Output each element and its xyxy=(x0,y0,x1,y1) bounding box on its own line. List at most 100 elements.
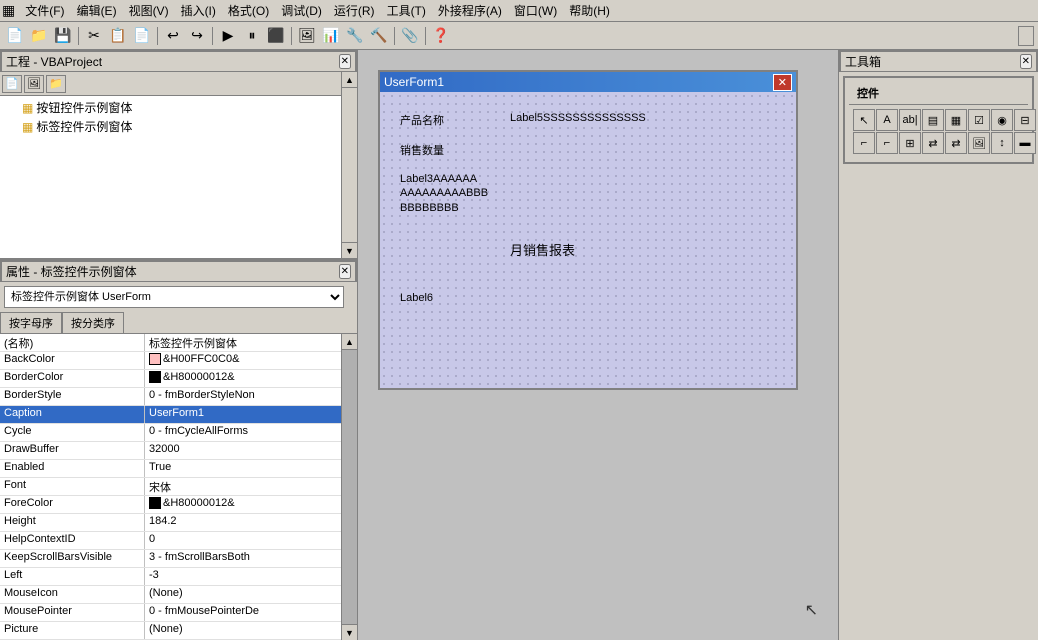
tb-object[interactable]: 🔨 xyxy=(368,25,390,47)
toolbar-sep-2 xyxy=(157,27,158,45)
toolbox-tool-commandbutton[interactable]: ⊞ xyxy=(899,132,921,154)
tb-paste[interactable]: 📄 xyxy=(131,25,153,47)
tab-categorical[interactable]: 按分类序 xyxy=(62,312,124,333)
tb-stop[interactable]: ⬛ xyxy=(265,25,287,47)
tb-redo[interactable]: ↪ xyxy=(186,25,208,47)
project-scrollbar[interactable]: ▲ ▼ xyxy=(341,72,357,258)
props-row-forecolor[interactable]: ForeColor&H80000012& xyxy=(0,496,341,514)
toolbox-tool-frame1[interactable]: ⌐ xyxy=(853,132,875,154)
tree-label-buttons: 按钮控件示例窗体 xyxy=(36,99,132,116)
ptb-view-code[interactable]: 📄 xyxy=(2,75,22,93)
tree-item-labels[interactable]: ▦ 标签控件示例窗体 xyxy=(2,117,339,136)
toolbox-tool-radiobutton[interactable]: ◉ xyxy=(991,109,1013,131)
tb-design[interactable]: 🖼 xyxy=(296,25,318,47)
props-row-height[interactable]: Height184.2 xyxy=(0,514,341,532)
project-panel-title: 工程 - VBAProject xyxy=(6,53,102,70)
props-row-bordercolor[interactable]: BorderColor&H80000012& xyxy=(0,370,341,388)
userform-close-button[interactable]: ✕ xyxy=(773,74,792,91)
toolbox-tool-listbox[interactable]: ▦ xyxy=(945,109,967,131)
props-cell-name-10: Height xyxy=(0,514,145,531)
tb-copy[interactable]: 📋 xyxy=(107,25,129,47)
toolbox-tool-pointer[interactable]: ↖ xyxy=(853,109,875,131)
props-object-dropdown[interactable]: 标签控件示例窗体 UserForm xyxy=(4,286,344,308)
props-scroll-up[interactable]: ▲ xyxy=(342,334,357,350)
props-panel-close[interactable]: ✕ xyxy=(339,264,351,279)
userform-titlebar: UserForm1 ✕ xyxy=(380,72,796,92)
props-row-backcolor[interactable]: BackColor&H00FFC0C0& xyxy=(0,352,341,370)
toolbox-tool-multipage[interactable]: ⇄ xyxy=(945,132,967,154)
form-label3[interactable]: Label3AAAAAAAAAAAAAAABBBBBBBBBBB xyxy=(400,172,488,215)
toolbar-sep-3 xyxy=(212,27,213,45)
toolbox-tool-label[interactable]: A xyxy=(876,109,898,131)
props-row-drawbuffer[interactable]: DrawBuffer32000 xyxy=(0,442,341,460)
form-label5[interactable]: Label5SSSSSSSSSSSSSS xyxy=(510,112,646,124)
toolbox-close[interactable]: ✕ xyxy=(1020,54,1032,69)
project-panel-titlebar: 工程 - VBAProject ✕ xyxy=(0,50,357,72)
tb-save[interactable]: 💾 xyxy=(52,25,74,47)
menu-format[interactable]: 格式(O) xyxy=(222,0,275,21)
tb-cut[interactable]: ✂ xyxy=(83,25,105,47)
toolbox-tool-combobox[interactable]: ▤ xyxy=(922,109,944,131)
tree-item-buttons[interactable]: ▦ 按钮控件示例窗体 xyxy=(2,98,339,117)
toolbox-tool-spinbutton[interactable]: ▬ xyxy=(1014,132,1036,154)
toolbox-tool-tabstrip[interactable]: ⇄ xyxy=(922,132,944,154)
props-row-cycle[interactable]: Cycle0 - fmCycleAllForms xyxy=(0,424,341,442)
userform-body[interactable]: 产品名称 Label5SSSSSSSSSSSSSS 销售数量 Label3AAA… xyxy=(380,92,796,388)
userform-window[interactable]: UserForm1 ✕ 产品名称 Label5SSSSSSSSSSSSSS 销售… xyxy=(378,70,798,390)
tb-props[interactable]: 🔧 xyxy=(344,25,366,47)
tb-new[interactable]: 📄 xyxy=(4,25,26,47)
props-row-borderstyle[interactable]: BorderStyle0 - fmBorderStyleNon xyxy=(0,388,341,406)
menu-help[interactable]: 帮助(H) xyxy=(563,0,616,21)
props-row-enabled[interactable]: EnabledTrue xyxy=(0,460,341,478)
tb-project[interactable]: 📊 xyxy=(320,25,342,47)
props-row-mousepointer[interactable]: MousePointer0 - fmMousePointerDe xyxy=(0,604,341,622)
toolbox-tool-togglebutton[interactable]: ⊟ xyxy=(1014,109,1036,131)
form-label-monthly[interactable]: 月销售报表 xyxy=(510,240,575,259)
props-cell-value-16: (None) xyxy=(145,622,341,639)
tb-undo[interactable]: ↩ xyxy=(162,25,184,47)
menu-window[interactable]: 窗口(W) xyxy=(508,0,563,21)
menu-run[interactable]: 运行(R) xyxy=(328,0,381,21)
toolbox-tool-textbox[interactable]: ab| xyxy=(899,109,921,131)
toolbar-scrollbar[interactable] xyxy=(1018,26,1034,46)
toolbox-tool-scrollbar[interactable]: ↕ xyxy=(991,132,1013,154)
menu-addins[interactable]: 外接程序(A) xyxy=(432,0,508,21)
props-tabs: 按字母序 按分类序 xyxy=(0,312,357,334)
menu-file[interactable]: 文件(F) xyxy=(19,0,70,21)
form-label-product[interactable]: 产品名称 xyxy=(400,112,444,128)
right-panel: 工具箱 ✕ 控件 ↖Aab|▤▦☑◉⊟⌐⌐⊞⇄⇄🖼↕▬ xyxy=(838,50,1038,640)
tab-alphabetical[interactable]: 按字母序 xyxy=(0,312,62,333)
tb-ref[interactable]: 📎 xyxy=(399,25,421,47)
tree-label-labels: 标签控件示例窗体 xyxy=(36,118,132,135)
props-row-[interactable]: (名称)标签控件示例窗体 xyxy=(0,334,341,352)
props-row-helpcontextid[interactable]: HelpContextID0 xyxy=(0,532,341,550)
tb-help[interactable]: ❓ xyxy=(430,25,452,47)
tb-pause[interactable]: ⏸ xyxy=(241,25,263,47)
menu-debug[interactable]: 调试(D) xyxy=(275,0,328,21)
props-row-picture[interactable]: Picture(None) xyxy=(0,622,341,640)
props-row-left[interactable]: Left-3 xyxy=(0,568,341,586)
menu-view[interactable]: 视图(V) xyxy=(123,0,175,21)
form-label6[interactable]: Label6 xyxy=(400,292,433,304)
props-scrollbar[interactable]: ▲ ▼ xyxy=(341,334,357,640)
color-swatch-2 xyxy=(149,371,161,383)
project-panel-close[interactable]: ✕ xyxy=(339,54,351,69)
ptb-toggle-folders[interactable]: 📁 xyxy=(46,75,66,93)
toolbox-tool-image[interactable]: 🖼 xyxy=(968,132,990,154)
props-scroll-down[interactable]: ▼ xyxy=(342,624,357,640)
tb-open[interactable]: 📁 xyxy=(28,25,50,47)
project-scroll-down[interactable]: ▼ xyxy=(342,242,357,258)
toolbox-tool-checkbox[interactable]: ☑ xyxy=(968,109,990,131)
project-scroll-up[interactable]: ▲ xyxy=(342,72,357,88)
props-row-caption[interactable]: CaptionUserForm1 xyxy=(0,406,341,424)
props-row-mouseicon[interactable]: MouseIcon(None) xyxy=(0,586,341,604)
menu-insert[interactable]: 插入(I) xyxy=(175,0,222,21)
props-row-keepscrollbarsvisible[interactable]: KeepScrollBarsVisible3 - fmScrollBarsBot… xyxy=(0,550,341,568)
tb-run[interactable]: ▶ xyxy=(217,25,239,47)
ptb-view-object[interactable]: 🖼 xyxy=(24,75,44,93)
menu-edit[interactable]: 编辑(E) xyxy=(71,0,123,21)
form-label-sales[interactable]: 销售数量 xyxy=(400,142,444,158)
props-row-font[interactable]: Font宋体 xyxy=(0,478,341,496)
toolbox-tool-frame2[interactable]: ⌐ xyxy=(876,132,898,154)
menu-tools[interactable]: 工具(T) xyxy=(381,0,432,21)
